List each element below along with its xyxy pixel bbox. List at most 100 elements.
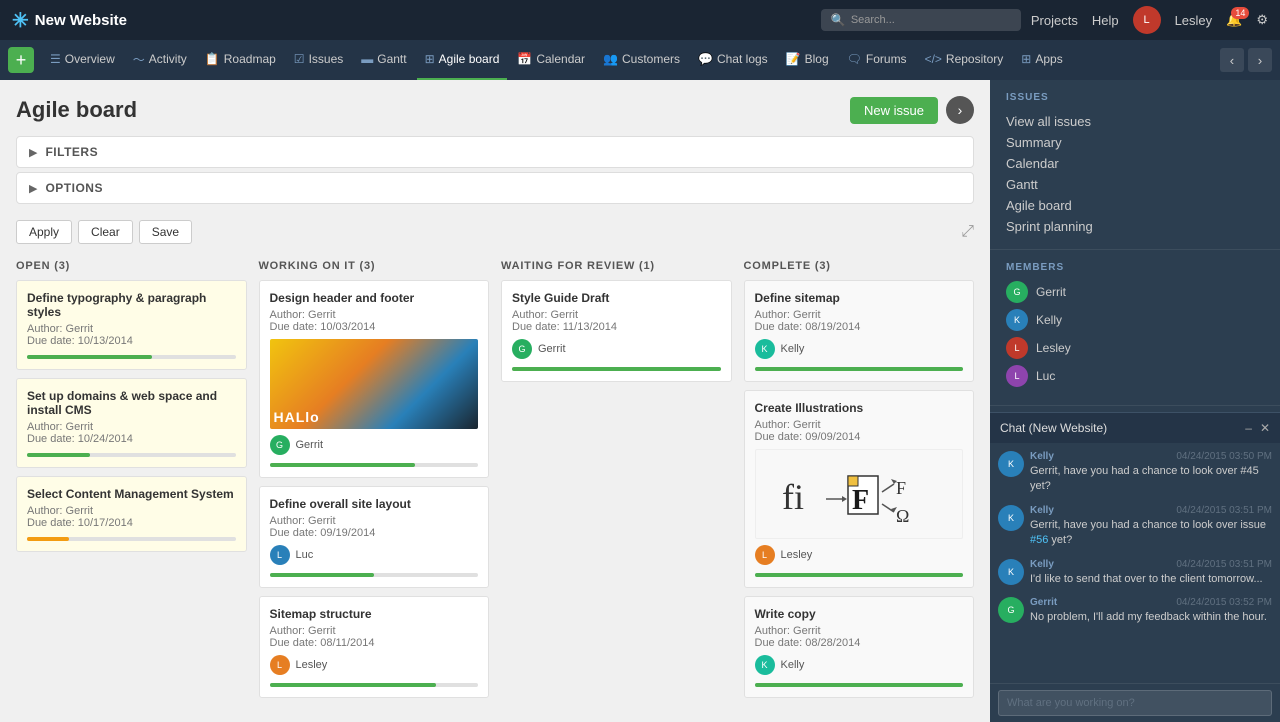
add-button[interactable]: + [8,47,34,73]
chat-minimize-icon[interactable]: – [1245,421,1252,435]
nav-roadmap[interactable]: 📋 Roadmap [197,40,284,80]
notification-count: 14 [1231,7,1249,19]
options-label: OPTIONS [45,181,103,195]
progress-fill [270,573,374,577]
msg-time-2: 04/24/2015 03:51 PM [1176,505,1272,516]
card-due: Due date: 08/11/2014 [270,637,479,649]
expand-icon[interactable]: ⤢ [961,223,974,241]
sidebar-toggle-button[interactable]: › [946,96,974,124]
app-name: New Website [35,12,127,29]
nav-arrow-right[interactable]: › [1248,48,1272,72]
card-due: Due date: 10/13/2014 [27,335,236,347]
card-header-footer[interactable]: Design header and footer Author: Gerrit … [259,280,490,478]
nav-calendar-label: Calendar [536,52,585,66]
card-write-copy[interactable]: Write copy Author: Gerrit Due date: 08/2… [744,596,975,698]
progress-bar [755,573,964,577]
avatar[interactable]: L [1133,6,1161,34]
progress-bar [512,367,721,371]
svg-text:Ω: Ω [896,506,909,526]
projects-menu[interactable]: Projects [1031,13,1078,28]
msg-text-1: Gerrit, have you had a chance to look ov… [1030,464,1272,495]
chat-message-2: K Kelly 04/24/2015 03:51 PM Gerrit, have… [998,505,1272,549]
nav-blog[interactable]: 📝 Blog [778,40,837,80]
nav-forums[interactable]: 🗨 Forums [839,40,915,80]
card-image: HALlo [270,339,479,429]
filters-row[interactable]: ▶ FILTERS [17,137,973,167]
nav-overview[interactable]: ☰ Overview [42,40,123,80]
nav-apps[interactable]: ⊞ Apps [1013,40,1070,80]
nav-scroll-arrows: ‹ › [1220,48,1272,72]
notification-bell[interactable]: 🔔 14 [1226,12,1242,28]
progress-bar [270,463,479,467]
msg-content-4: Gerrit 04/24/2015 03:52 PM No problem, I… [1030,597,1272,625]
card-cms[interactable]: Select Content Management System Author:… [16,476,247,552]
svg-text:F: F [852,485,869,516]
card-author: Author: Gerrit [755,309,964,321]
summary-link[interactable]: Summary [1006,132,1264,153]
nav-issues-label: Issues [309,52,344,66]
chat-input[interactable] [998,690,1272,716]
card-avatar: G [270,435,290,455]
settings-icon[interactable]: ⚙ [1256,12,1268,28]
progress-bar [27,355,236,359]
nav-gantt[interactable]: ▬ Gantt [353,40,414,80]
nav-arrow-left[interactable]: ‹ [1220,48,1244,72]
msg-time-4: 04/24/2015 03:52 PM [1176,597,1272,608]
nav-forums-label: Forums [866,52,907,66]
agile-board-link[interactable]: Agile board [1006,195,1264,216]
card-author: Author: Gerrit [755,625,964,637]
member-gerrit: G Gerrit [1006,281,1264,303]
nav-activity[interactable]: 〜 Activity [125,40,195,80]
card-assignee: Gerrit [538,343,566,355]
progress-fill [755,683,964,687]
app-logo[interactable]: ✳ New Website [12,8,127,33]
msg-avatar-4: G [998,597,1024,623]
chat-close-icon[interactable]: ✕ [1260,421,1270,435]
top-navigation: ✳ New Website 🔍 Search... Projects Help … [0,0,1280,40]
apply-button[interactable]: Apply [16,220,72,244]
card-sitemap-structure[interactable]: Sitemap structure Author: Gerrit Due dat… [259,596,490,698]
card-domains[interactable]: Set up domains & web space and install C… [16,378,247,468]
search-box[interactable]: 🔍 Search... [821,9,1021,31]
nav-agile-board[interactable]: ⊞ Agile board [417,40,508,80]
card-sitemap[interactable]: Define sitemap Author: Gerrit Due date: … [744,280,975,382]
column-complete-header: COMPLETE (3) [744,260,975,272]
progress-fill [270,463,416,467]
card-footer: L Lesley [755,545,964,565]
search-icon: 🔍 [831,13,846,27]
gantt-link[interactable]: Gantt [1006,174,1264,195]
nav-repository[interactable]: </> Repository [917,40,1012,80]
card-footer: G Gerrit [512,339,721,359]
nav-customers[interactable]: 👥 Customers [595,40,688,80]
calendar-link[interactable]: Calendar [1006,153,1264,174]
card-style-guide[interactable]: Style Guide Draft Author: Gerrit Due dat… [501,280,732,382]
card-typography[interactable]: Define typography & paragraph styles Aut… [16,280,247,370]
column-review: WAITING FOR REVIEW (1) Style Guide Draft… [501,260,732,706]
card-layout[interactable]: Define overall site layout Author: Gerri… [259,486,490,588]
nav-blog-label: Blog [805,52,829,66]
nav-issues[interactable]: ☑ Issues [286,40,351,80]
progress-fill [755,367,964,371]
issues-icon: ☑ [294,52,305,66]
search-placeholder: Search... [851,14,895,26]
member-avatar-luc: L [1006,365,1028,387]
clear-button[interactable]: Clear [78,220,133,244]
msg-meta-1: Kelly 04/24/2015 03:50 PM [1030,451,1272,462]
card-author: Author: Gerrit [27,421,236,433]
sprint-planning-link[interactable]: Sprint planning [1006,216,1264,237]
main-layout: Agile board New issue › ▶ FILTERS ▶ OPTI… [0,80,1280,722]
right-sidebar: ISSUES View all issues Summary Calendar … [990,80,1280,722]
nav-chat-logs[interactable]: 💬 Chat logs [690,40,776,80]
view-all-issues-link[interactable]: View all issues [1006,111,1264,132]
help-menu[interactable]: Help [1092,13,1119,28]
msg-content-1: Kelly 04/24/2015 03:50 PM Gerrit, have y… [1030,451,1272,495]
save-button[interactable]: Save [139,220,192,244]
new-issue-button[interactable]: New issue [850,97,938,124]
options-row[interactable]: ▶ OPTIONS [17,173,973,203]
chat-messages[interactable]: K Kelly 04/24/2015 03:50 PM Gerrit, have… [990,443,1280,683]
nav-calendar[interactable]: 📅 Calendar [509,40,593,80]
issue-link[interactable]: #56 [1030,534,1048,546]
card-illustrations[interactable]: Create Illustrations Author: Gerrit Due … [744,390,975,588]
nav-chat-logs-label: Chat logs [717,52,768,66]
msg-meta-4: Gerrit 04/24/2015 03:52 PM [1030,597,1272,608]
